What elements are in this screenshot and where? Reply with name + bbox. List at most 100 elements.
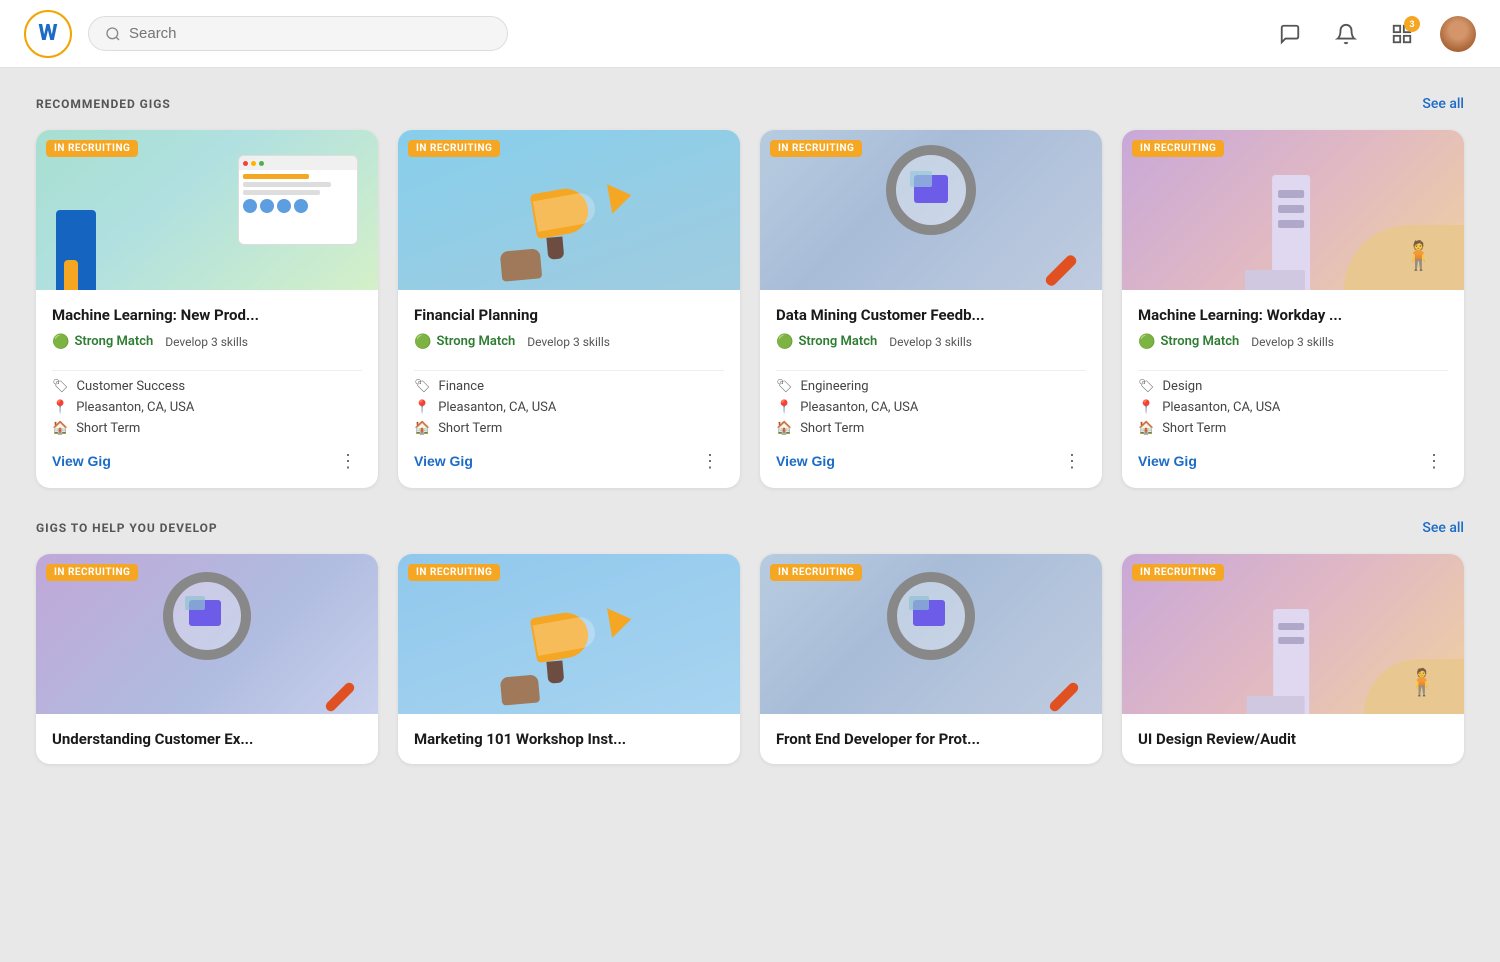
card-image-1: IN RECRUITING — [398, 130, 740, 290]
match-label-1: 🟢 Strong Match — [414, 334, 515, 350]
location-icon-3: 📍 — [1138, 400, 1154, 415]
apps-badge: 3 — [1404, 16, 1420, 32]
view-gig-button-2[interactable]: View Gig — [776, 453, 835, 469]
match-label-0: 🟢 Strong Match — [52, 334, 153, 350]
recommended-section-header: RECOMMENDED GIGS See all — [36, 96, 1464, 112]
recommended-section-title: RECOMMENDED GIGS — [36, 97, 171, 111]
more-options-button-1[interactable]: ⋮ — [697, 450, 724, 472]
card-title-1: Financial Planning — [414, 306, 724, 326]
card-meta-2: 🏷 Engineering 📍 Pleasanton, CA, USA 🏠 Sh… — [776, 379, 1086, 436]
recommended-cards-grid: IN RECRUITING — [36, 130, 1464, 488]
gig-card-1: IN RECRUITING — [398, 130, 740, 488]
develop-card-title-3: UI Design Review/Audit — [1122, 714, 1464, 764]
user-avatar[interactable] — [1440, 16, 1476, 52]
develop-card-image-3: IN RECRUITING 🧍 — [1122, 554, 1464, 714]
card-image-3: IN RECRUITING — [1122, 130, 1464, 290]
location-icon-0: 📍 — [52, 400, 68, 415]
recommended-gigs-section: RECOMMENDED GIGS See all IN RECRUITING — [36, 96, 1464, 488]
card-match-row-3: 🟢 Strong Match Develop 3 skills — [1138, 334, 1448, 350]
develop-recruiting-badge-0: IN RECRUITING — [46, 564, 138, 581]
search-input[interactable] — [129, 25, 491, 42]
develop-section-title: GIGS TO HELP YOU DEVELOP — [36, 521, 218, 535]
view-gig-button-3[interactable]: View Gig — [1138, 453, 1197, 469]
develop-section-header: GIGS TO HELP YOU DEVELOP See all — [36, 520, 1464, 536]
avatar-image — [1440, 16, 1476, 52]
develop-gigs-section: GIGS TO HELP YOU DEVELOP See all IN RECR… — [36, 520, 1464, 764]
develop-card-title-1: Marketing 101 Workshop Inst... — [398, 714, 740, 764]
card-footer-3: View Gig ⋮ — [1138, 450, 1448, 472]
category-icon-3: 🏷 — [1138, 379, 1155, 394]
card-category-0: 🏷 Customer Success — [52, 379, 362, 394]
chat-icon — [1279, 23, 1301, 45]
card-body-1: Financial Planning 🟢 Strong Match Develo… — [398, 290, 740, 488]
duration-icon-2: 🏠 — [776, 421, 792, 436]
card-title-2: Data Mining Customer Feedb... — [776, 306, 1086, 326]
more-options-button-0[interactable]: ⋮ — [335, 450, 362, 472]
card-duration-2: 🏠 Short Term — [776, 421, 1086, 436]
match-label-3: 🟢 Strong Match — [1138, 334, 1239, 350]
develop-card-title-2: Front End Developer for Prot... — [760, 714, 1102, 764]
card-footer-1: View Gig ⋮ — [414, 450, 724, 472]
notification-icon — [1335, 23, 1357, 45]
card-duration-0: 🏠 Short Term — [52, 421, 362, 436]
develop-card-3: IN RECRUITING 🧍 UI Design Review/Audit — [1122, 554, 1464, 764]
card-location-0: 📍 Pleasanton, CA, USA — [52, 400, 362, 415]
card-title-3: Machine Learning: Workday ... — [1138, 306, 1448, 326]
card-body-3: Machine Learning: Workday ... 🟢 Strong M… — [1122, 290, 1464, 488]
develop-card-1: IN RECRUITING Marketing — [398, 554, 740, 764]
search-icon — [105, 26, 121, 42]
card-duration-1: 🏠 Short Term — [414, 421, 724, 436]
develop-label-0: Develop 3 skills — [165, 335, 248, 349]
card-category-2: 🏷 Engineering — [776, 379, 1086, 394]
notification-button[interactable] — [1328, 16, 1364, 52]
gig-card-2: IN RECRUITING — [760, 130, 1102, 488]
card-duration-3: 🏠 Short Term — [1138, 421, 1448, 436]
card-category-3: 🏷 Design — [1138, 379, 1448, 394]
more-options-button-2[interactable]: ⋮ — [1059, 450, 1086, 472]
category-icon-2: 🏷 — [776, 379, 793, 394]
gig-card-0: IN RECRUITING — [36, 130, 378, 488]
card-footer-2: View Gig ⋮ — [776, 450, 1086, 472]
duration-icon-0: 🏠 — [52, 421, 68, 436]
card-category-1: 🏷 Finance — [414, 379, 724, 394]
develop-card-image-1: IN RECRUITING — [398, 554, 740, 714]
develop-recruiting-badge-2: IN RECRUITING — [770, 564, 862, 581]
duration-icon-1: 🏠 — [414, 421, 430, 436]
develop-label-1: Develop 3 skills — [527, 335, 610, 349]
develop-recruiting-badge-3: IN RECRUITING — [1132, 564, 1224, 581]
main-content: RECOMMENDED GIGS See all IN RECRUITING — [0, 68, 1500, 824]
view-gig-button-1[interactable]: View Gig — [414, 453, 473, 469]
match-icon-2: 🟢 — [776, 334, 793, 350]
recruiting-badge-0: IN RECRUITING — [46, 140, 138, 157]
view-gig-button-0[interactable]: View Gig — [52, 453, 111, 469]
logo[interactable]: W — [24, 10, 72, 58]
nav-actions: 3 — [1272, 16, 1476, 52]
card-image-2: IN RECRUITING — [760, 130, 1102, 290]
develop-recruiting-badge-1: IN RECRUITING — [408, 564, 500, 581]
match-icon-0: 🟢 — [52, 334, 69, 350]
match-icon-1: 🟢 — [414, 334, 431, 350]
card-meta-3: 🏷 Design 📍 Pleasanton, CA, USA 🏠 Short T… — [1138, 379, 1448, 436]
apps-button[interactable]: 3 — [1384, 16, 1420, 52]
match-label-2: 🟢 Strong Match — [776, 334, 877, 350]
card-match-row-1: 🟢 Strong Match Develop 3 skills — [414, 334, 724, 350]
gig-card-3: IN RECRUITING — [1122, 130, 1464, 488]
card-footer-0: View Gig ⋮ — [52, 450, 362, 472]
card-location-3: 📍 Pleasanton, CA, USA — [1138, 400, 1448, 415]
develop-see-all[interactable]: See all — [1422, 520, 1464, 536]
card-location-2: 📍 Pleasanton, CA, USA — [776, 400, 1086, 415]
card-divider-0 — [52, 370, 362, 371]
card-match-row-0: 🟢 Strong Match Develop 3 skills — [52, 334, 362, 350]
location-icon-1: 📍 — [414, 400, 430, 415]
card-divider-2 — [776, 370, 1086, 371]
top-navigation: W 3 — [0, 0, 1500, 68]
more-options-button-3[interactable]: ⋮ — [1421, 450, 1448, 472]
match-icon-3: 🟢 — [1138, 334, 1155, 350]
search-bar[interactable] — [88, 16, 508, 51]
chat-button[interactable] — [1272, 16, 1308, 52]
recruiting-badge-3: IN RECRUITING — [1132, 140, 1224, 157]
recruiting-badge-1: IN RECRUITING — [408, 140, 500, 157]
duration-icon-3: 🏠 — [1138, 421, 1154, 436]
recommended-see-all[interactable]: See all — [1422, 96, 1464, 112]
card-meta-0: 🏷 Customer Success 📍 Pleasanton, CA, USA… — [52, 379, 362, 436]
